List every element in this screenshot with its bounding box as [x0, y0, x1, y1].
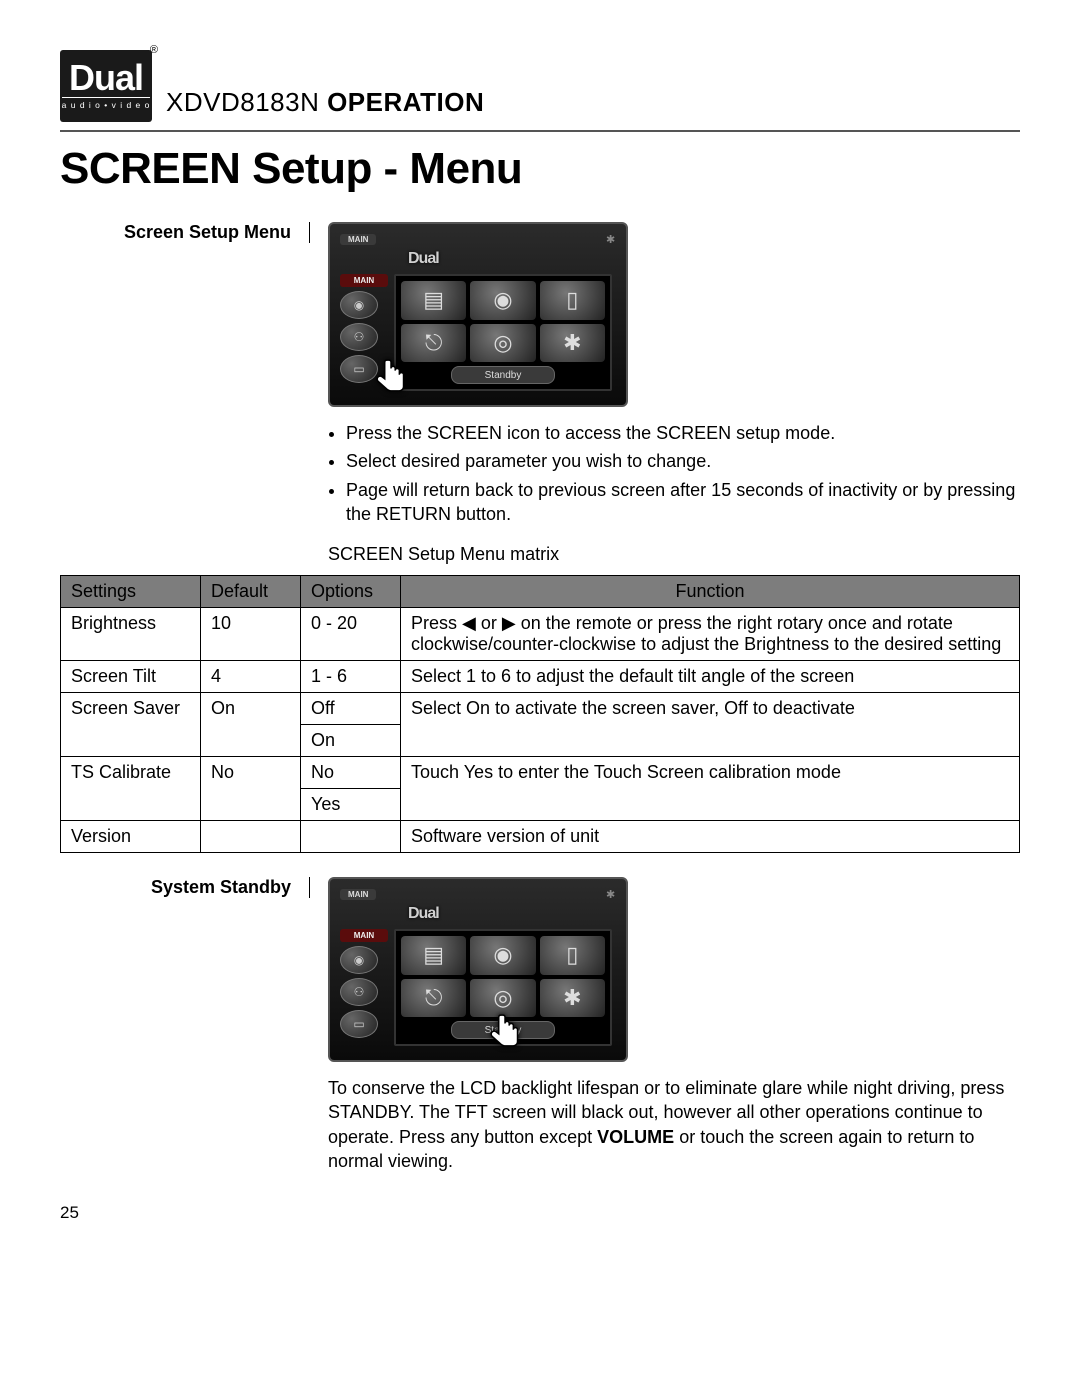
logo-sub-text: a u d i o • v i d e o: [62, 97, 151, 110]
registered-mark: ®: [150, 44, 158, 56]
brand-logo: ® Dual a u d i o • v i d e o: [60, 50, 152, 122]
screenshot-brand: Dual: [408, 250, 439, 268]
main-badge-left: MAIN: [340, 274, 388, 287]
side-people-icon: ⚇: [340, 978, 378, 1006]
header-rule: [60, 130, 1020, 132]
cell-default: [201, 821, 301, 853]
section-label: System Standby: [60, 877, 310, 898]
cell-setting: Brightness: [61, 608, 201, 661]
standby-button: Standby: [451, 366, 555, 384]
cell-option: No: [301, 757, 401, 789]
section-system-standby: System Standby MAIN ✱ Dual MAIN ◉ ⚇ ▭ ▤ …: [60, 877, 1020, 1173]
cell-option: 1 - 6: [301, 661, 401, 693]
col-settings: Settings: [61, 576, 201, 608]
tile-bluetooth-icon: ✱: [540, 324, 605, 363]
page-header: ® Dual a u d i o • v i d e o XDVD8183N O…: [60, 50, 1020, 122]
cell-setting: Screen Tilt: [61, 661, 201, 693]
cell-setting: Version: [61, 821, 201, 853]
instruction-list: Press the SCREEN icon to access the SCRE…: [346, 421, 1020, 526]
col-function: Function: [401, 576, 1020, 608]
cell-default: 4: [201, 661, 301, 693]
tile-ipod-icon: ▯: [540, 281, 605, 320]
tile-camera-icon: ◎: [470, 324, 535, 363]
col-default: Default: [201, 576, 301, 608]
cell-function: Touch Yes to enter the Touch Screen cali…: [401, 757, 1020, 821]
bullet-item: Select desired parameter you wish to cha…: [346, 449, 1020, 473]
table-row: Version Software version of unit: [61, 821, 1020, 853]
cell-setting: Screen Saver: [61, 693, 201, 757]
section-content: MAIN ✱ Dual MAIN ◉ ⚇ ▭ ▤ ◉ ▯ ⎋ ◎ ✱ Stand…: [310, 877, 1020, 1173]
main-badge-left: MAIN: [340, 929, 388, 942]
side-disc-icon: ◉: [340, 946, 378, 974]
model-heading: XDVD8183N OPERATION: [166, 87, 484, 122]
cell-default: 10: [201, 608, 301, 661]
tile-aux-icon: ⎋: [401, 979, 466, 1018]
pointing-hand-icon: [366, 356, 416, 407]
table-row: TS Calibrate No No Touch Yes to enter th…: [61, 757, 1020, 789]
device-screenshot: MAIN ✱ Dual MAIN ◉ ⚇ ▭ ▤ ◉ ▯ ⎋ ◎ ✱ Stand…: [328, 222, 628, 407]
logo-brand-text: Dual: [69, 62, 143, 94]
cell-option: Yes: [301, 789, 401, 821]
cell-default: No: [201, 757, 301, 821]
text-bold: VOLUME: [597, 1127, 674, 1147]
page-number: 25: [60, 1203, 1020, 1223]
table-row: Screen Saver On Off Select On to activat…: [61, 693, 1020, 725]
bullet-item: Page will return back to previous screen…: [346, 478, 1020, 527]
page-title: SCREEN Setup - Menu: [60, 144, 1020, 194]
tile-ipod-icon: ▯: [540, 936, 605, 975]
side-screen-icon: ▭: [340, 1010, 378, 1038]
table-row: Brightness 10 0 - 20 Press ◀ or ▶ on the…: [61, 608, 1020, 661]
table-header-row: Settings Default Options Function: [61, 576, 1020, 608]
cell-option: On: [301, 725, 401, 757]
tile-radio-icon: ▤: [401, 936, 466, 975]
tile-disc-icon: ◉: [470, 281, 535, 320]
device-screenshot: MAIN ✱ Dual MAIN ◉ ⚇ ▭ ▤ ◉ ▯ ⎋ ◎ ✱ Stand…: [328, 877, 628, 1062]
tile-bluetooth-icon: ✱: [540, 979, 605, 1018]
cell-setting: TS Calibrate: [61, 757, 201, 821]
cell-function: Select On to activate the screen saver, …: [401, 693, 1020, 757]
section-screen-setup: Screen Setup Menu MAIN ✱ Dual MAIN ◉ ⚇ ▭…: [60, 222, 1020, 565]
col-options: Options: [301, 576, 401, 608]
tile-radio-icon: ▤: [401, 281, 466, 320]
section-content: MAIN ✱ Dual MAIN ◉ ⚇ ▭ ▤ ◉ ▯ ⎋ ◎ ✱ Stand…: [310, 222, 1020, 565]
tile-disc-icon: ◉: [470, 936, 535, 975]
main-badge-top: MAIN: [340, 234, 376, 245]
standby-description: To conserve the LCD backlight lifespan o…: [328, 1076, 1020, 1173]
cell-option: 0 - 20: [301, 608, 401, 661]
cell-function: Press ◀ or ▶ on the remote or press the …: [401, 608, 1020, 661]
cell-default: On: [201, 693, 301, 757]
model-number: XDVD8183N: [166, 87, 319, 117]
cell-function: Software version of unit: [401, 821, 1020, 853]
table-row: Screen Tilt 4 1 - 6 Select 1 to 6 to adj…: [61, 661, 1020, 693]
setup-matrix-table: Settings Default Options Function Bright…: [60, 575, 1020, 853]
main-badge-top: MAIN: [340, 889, 376, 900]
bluetooth-icon: ✱: [606, 888, 616, 900]
cell-function: Select 1 to 6 to adjust the default tilt…: [401, 661, 1020, 693]
bullet-item: Press the SCREEN icon to access the SCRE…: [346, 421, 1020, 445]
side-people-icon: ⚇: [340, 323, 378, 351]
matrix-caption: SCREEN Setup Menu matrix: [328, 544, 1020, 565]
side-disc-icon: ◉: [340, 291, 378, 319]
cell-option: [301, 821, 401, 853]
screenshot-grid: ▤ ◉ ▯ ⎋ ◎ ✱ Standby: [394, 274, 612, 391]
operation-label: OPERATION: [319, 87, 484, 117]
screenshot-brand: Dual: [408, 905, 439, 923]
bluetooth-icon: ✱: [606, 233, 616, 245]
pointing-hand-icon: [480, 1011, 530, 1062]
section-label: Screen Setup Menu: [60, 222, 310, 243]
cell-option: Off: [301, 693, 401, 725]
